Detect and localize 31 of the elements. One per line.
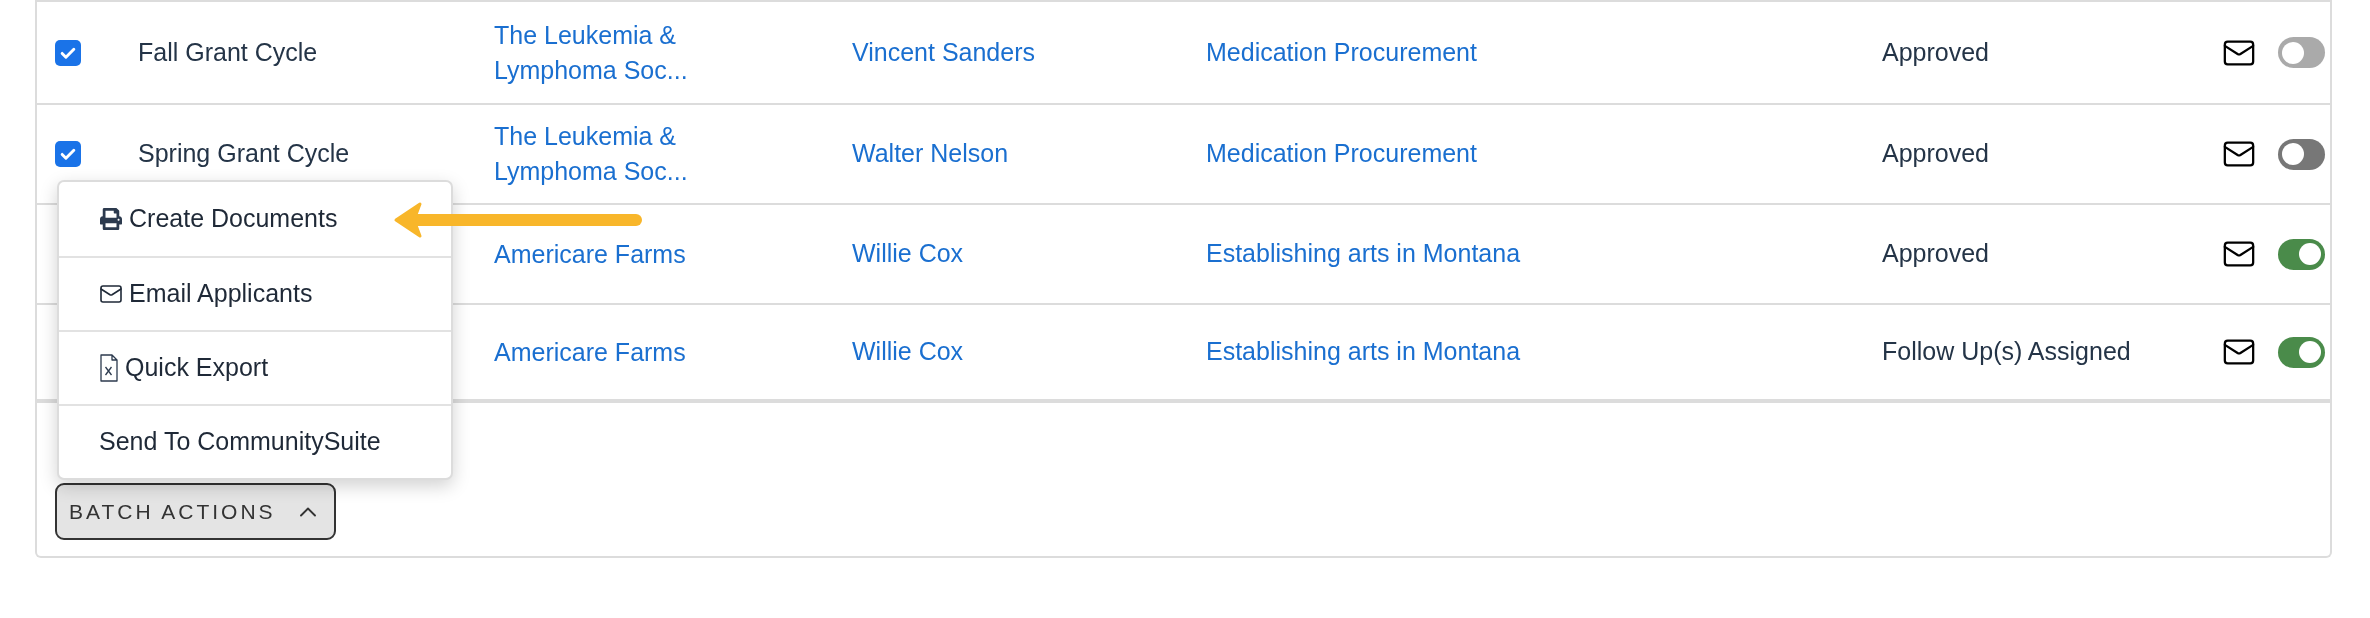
contact-link[interactable]: Willie Cox <box>852 337 964 366</box>
organization-link[interactable]: Americare Farms <box>494 236 709 272</box>
menu-item[interactable]: Create Documents <box>59 182 451 256</box>
menu-item[interactable]: Email Applicants <box>59 256 451 330</box>
toggle-switch[interactable] <box>2278 138 2325 170</box>
mail-icon <box>99 282 123 306</box>
organization-link[interactable]: The Leukemia & Lymphoma Soc... <box>494 119 709 189</box>
spreadsheet-file-icon <box>99 354 119 382</box>
project-link[interactable]: Establishing arts in Montana <box>1206 337 1521 366</box>
organization-link[interactable]: Americare Farms <box>494 334 709 370</box>
project-link[interactable]: Establishing arts in Montana <box>1206 239 1521 268</box>
status-text: Approved <box>1882 37 1990 66</box>
printer-icon <box>99 208 123 230</box>
cycle-name: Fall Grant Cycle <box>138 37 318 66</box>
contact-link[interactable]: Walter Nelson <box>852 139 1009 168</box>
checkbox[interactable] <box>55 39 81 66</box>
menu-item[interactable]: Quick Export <box>59 330 451 404</box>
status-text: Approved <box>1882 239 1990 268</box>
organization-link[interactable]: The Leukemia & Lymphoma Soc... <box>494 17 709 88</box>
project-link[interactable]: Medication Procurement <box>1206 37 1477 66</box>
status-text: Follow Up(s) Assigned <box>1882 337 2131 366</box>
contact-link[interactable]: Willie Cox <box>852 239 964 268</box>
project-link[interactable]: Medication Procurement <box>1206 139 1477 168</box>
cycle-name: Spring Grant Cycle <box>138 139 350 168</box>
menu-item[interactable]: Send To CommunitySuite <box>59 404 451 478</box>
toggle-switch[interactable] <box>2278 336 2325 368</box>
toggle-switch[interactable] <box>2278 238 2325 270</box>
status-text: Approved <box>1882 139 1990 168</box>
batch-actions-button[interactable]: BATCH ACTIONS <box>55 483 336 540</box>
contact-link[interactable]: Vincent Sanders <box>852 37 1035 66</box>
checkbox[interactable] <box>55 141 81 167</box>
